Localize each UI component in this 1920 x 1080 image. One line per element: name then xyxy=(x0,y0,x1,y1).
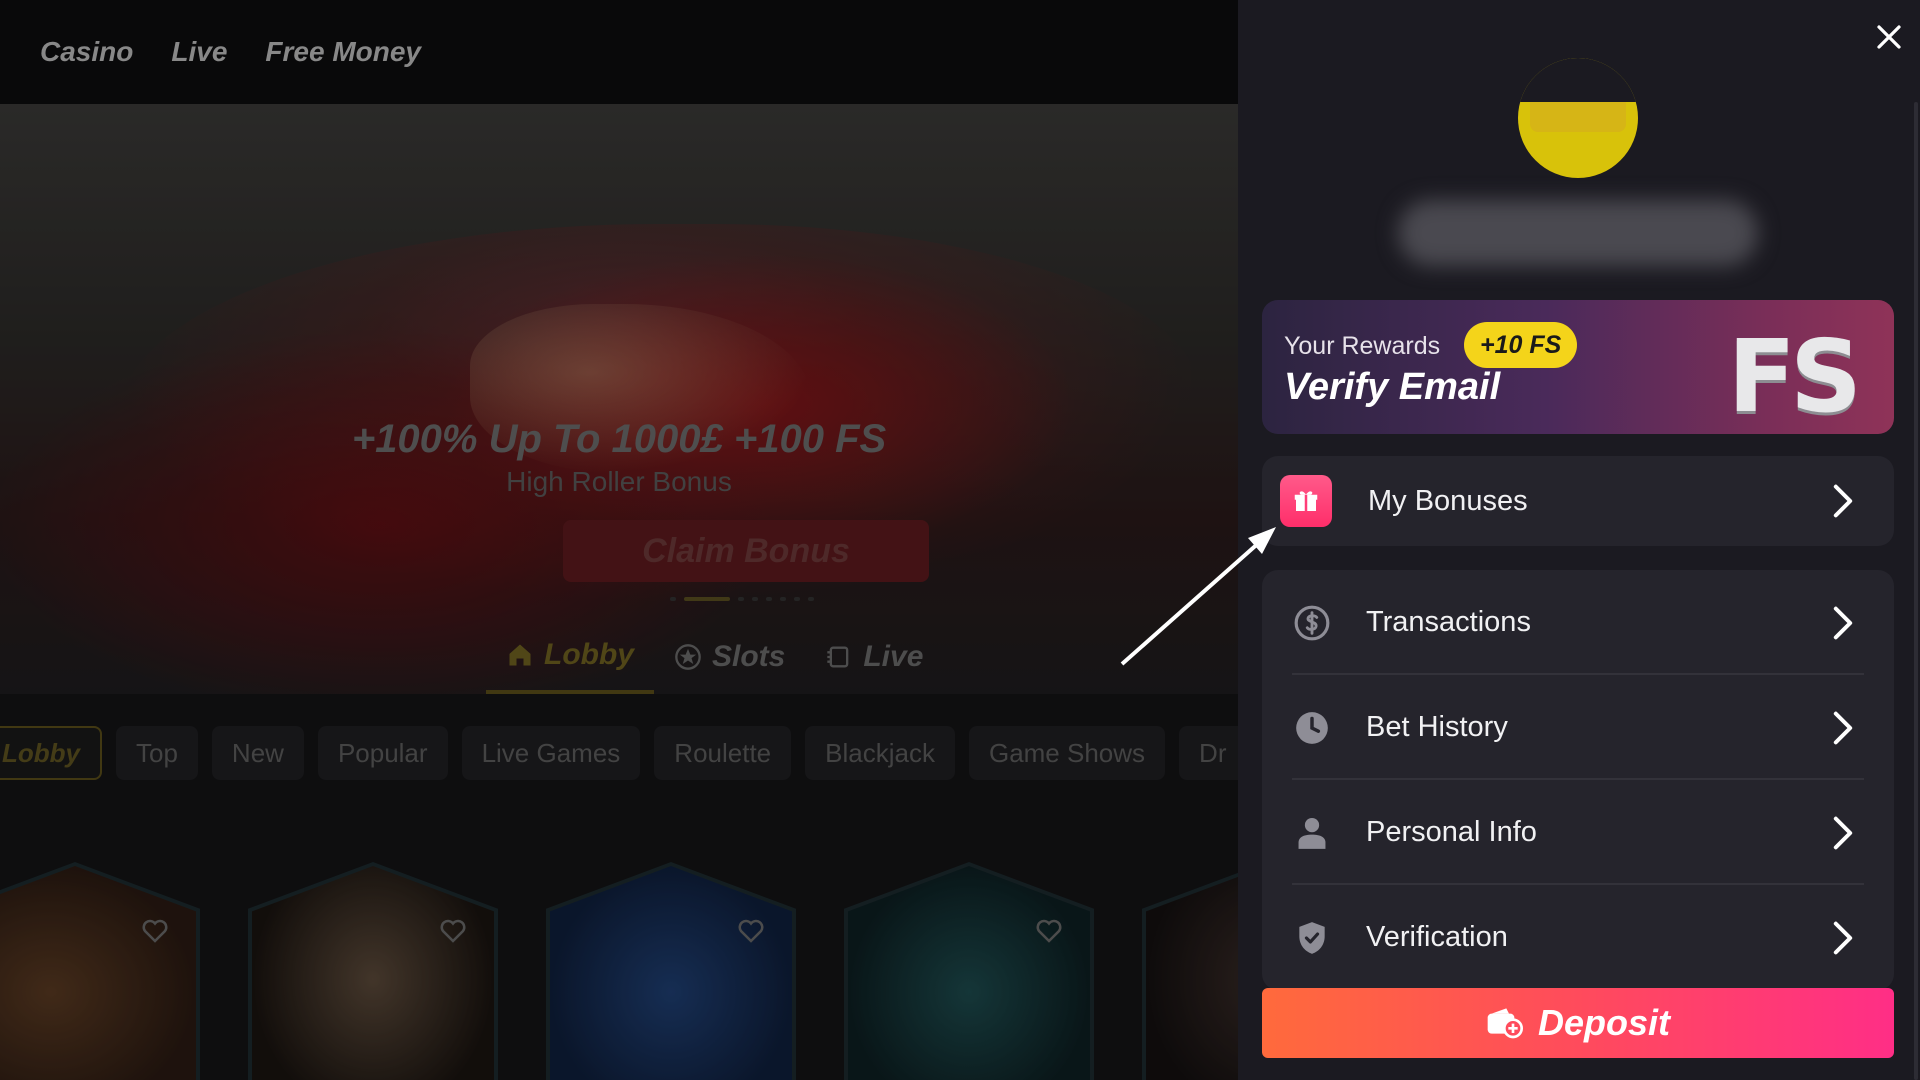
favorite-heart-icon[interactable] xyxy=(1034,916,1064,946)
tab-live-label: Live xyxy=(863,640,924,673)
verify-email-title: Verify Email xyxy=(1284,366,1501,408)
chip-blackjack[interactable]: Blackjack xyxy=(805,726,955,780)
carousel-dot[interactable] xyxy=(808,597,814,601)
wallet-plus-icon xyxy=(1487,1008,1523,1039)
chevron-right-icon xyxy=(1833,484,1853,518)
free-spins-logo: FS xyxy=(1727,318,1862,434)
nav-link-free-money[interactable]: Free Money xyxy=(265,36,421,68)
chevron-right-icon xyxy=(1833,711,1853,744)
carousel-dot[interactable] xyxy=(766,597,772,601)
favorite-heart-icon[interactable] xyxy=(140,916,170,946)
menu-item-label: Verification xyxy=(1366,921,1508,953)
favorite-heart-icon[interactable] xyxy=(736,916,766,946)
clock-icon xyxy=(1292,708,1332,748)
top-navigation: Casino Live Free Money xyxy=(0,0,1238,104)
menu-item-personal-info[interactable]: Personal Info xyxy=(1262,780,1894,885)
carousel-dot[interactable] xyxy=(794,597,800,601)
nav-link-casino[interactable]: Casino xyxy=(40,36,133,68)
chevron-right-icon xyxy=(1833,816,1853,849)
chip-popular[interactable]: Popular xyxy=(317,726,448,780)
chip-lobby[interactable]: Lobby xyxy=(0,726,102,780)
shield-check-icon xyxy=(1292,918,1332,958)
rewards-badge: +10 FS xyxy=(1464,322,1578,368)
rewards-banner[interactable]: Your Rewards +10 FS Verify Email FS xyxy=(1262,300,1894,434)
hero-subtitle: High Roller Bonus xyxy=(506,466,732,497)
menu-item-label: Transactions xyxy=(1366,606,1531,638)
game-tile[interactable] xyxy=(546,862,796,1080)
menu-item-my-bonuses[interactable]: My Bonuses xyxy=(1262,456,1894,546)
favorite-heart-icon[interactable] xyxy=(438,916,468,946)
chip-roulette[interactable]: Roulette xyxy=(654,726,792,780)
avatar[interactable] xyxy=(1518,58,1638,178)
panel-scrollbar[interactable] xyxy=(1914,102,1918,1080)
menu-item-verification[interactable]: Verification xyxy=(1262,885,1894,990)
carousel-dots xyxy=(670,597,814,601)
menu-item-label: My Bonuses xyxy=(1368,484,1528,517)
category-tabs: Lobby Slots Live xyxy=(486,620,943,694)
game-tile[interactable] xyxy=(1142,862,1238,1080)
user-icon xyxy=(1292,813,1332,853)
carousel-dot[interactable] xyxy=(738,597,744,601)
tab-live[interactable]: Live xyxy=(805,620,943,694)
carousel-dot[interactable] xyxy=(670,597,676,601)
chip-game-shows[interactable]: Game Shows xyxy=(968,726,1166,780)
filter-chips: Lobby Top New Popular Live Games Roulett… xyxy=(0,726,1238,780)
casino-site: Casino Live Free Money +100% Up To 1000£… xyxy=(0,0,1238,1080)
chip-more[interactable]: Dr xyxy=(1179,726,1238,780)
star-icon xyxy=(675,644,701,670)
carousel-dot[interactable] xyxy=(752,597,758,601)
home-icon xyxy=(509,644,531,666)
live-cards-icon xyxy=(827,646,849,668)
menu-item-label: Bet History xyxy=(1366,711,1508,743)
game-tile[interactable] xyxy=(844,862,1094,1080)
chip-live-games[interactable]: Live Games xyxy=(461,726,641,780)
deposit-label: Deposit xyxy=(1537,1002,1670,1043)
account-menu-card: Transactions Bet History Personal Info V… xyxy=(1262,570,1894,990)
close-icon[interactable] xyxy=(1874,22,1904,52)
tab-slots[interactable]: Slots xyxy=(654,620,805,694)
username-blurred xyxy=(1398,200,1758,266)
menu-item-label: Personal Info xyxy=(1366,816,1537,848)
game-grid xyxy=(0,862,1238,1080)
chevron-right-icon xyxy=(1833,606,1853,639)
menu-item-bet-history[interactable]: Bet History xyxy=(1262,675,1894,780)
claim-bonus-button[interactable]: Claim Bonus xyxy=(563,520,929,582)
hero-banner: +100% Up To 1000£ +100 FS High Roller Bo… xyxy=(0,104,1238,694)
dollar-circle-icon xyxy=(1292,603,1332,643)
carousel-dot-active[interactable] xyxy=(684,597,730,601)
gift-icon xyxy=(1280,475,1332,527)
chevron-right-icon xyxy=(1833,921,1853,954)
account-side-panel: Your Rewards +10 FS Verify Email FS My B… xyxy=(1238,0,1920,1080)
game-tile[interactable] xyxy=(0,862,200,1080)
bonuses-card: My Bonuses xyxy=(1262,456,1894,546)
menu-item-transactions[interactable]: Transactions xyxy=(1262,570,1894,675)
tab-lobby[interactable]: Lobby xyxy=(486,620,654,694)
tab-lobby-label: Lobby xyxy=(544,638,634,671)
app-root: Casino Live Free Money +100% Up To 1000£… xyxy=(0,0,1920,1080)
chip-new[interactable]: New xyxy=(211,726,304,780)
rewards-label: Your Rewards xyxy=(1284,332,1441,360)
deposit-button[interactable]: Deposit xyxy=(1262,988,1894,1058)
chip-top[interactable]: Top xyxy=(116,726,198,780)
game-tile[interactable] xyxy=(248,862,498,1080)
tab-slots-label: Slots xyxy=(712,640,786,673)
nav-link-live[interactable]: Live xyxy=(171,36,227,68)
carousel-dot[interactable] xyxy=(780,597,786,601)
hero-title: +100% Up To 1000£ +100 FS xyxy=(351,417,887,461)
